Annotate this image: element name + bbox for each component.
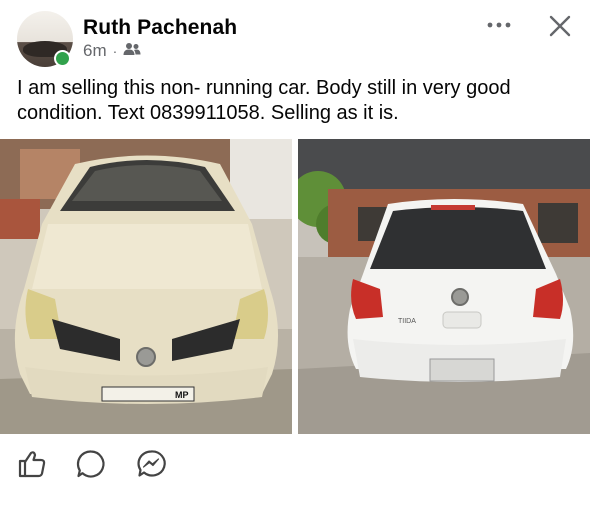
meta-separator: · (112, 43, 118, 59)
more-options-icon (487, 22, 511, 28)
messenger-icon (137, 450, 166, 477)
post-text: I am selling this non- running car. Body… (17, 77, 511, 124)
car-photo-front[interactable]: MP (0, 139, 292, 434)
post-meta: 6m · (83, 41, 141, 61)
like-icon (18, 451, 46, 478)
car-photo-rear[interactable]: TIIDA (298, 139, 590, 434)
model-badge-text: TIIDA (398, 318, 416, 325)
close-icon (549, 15, 571, 37)
like-button[interactable] (15, 447, 49, 481)
comment-icon (76, 450, 105, 478)
share-messenger-button[interactable] (134, 447, 168, 481)
friends-icon (123, 41, 141, 61)
more-options-button[interactable] (484, 12, 514, 38)
author-name[interactable]: Ruth Pachenah (83, 16, 237, 40)
comment-button[interactable] (74, 447, 108, 481)
online-status-indicator (54, 50, 71, 67)
license-plate-text: MP (175, 390, 189, 400)
close-button[interactable] (546, 12, 574, 40)
post-timestamp[interactable]: 6m (83, 41, 107, 61)
